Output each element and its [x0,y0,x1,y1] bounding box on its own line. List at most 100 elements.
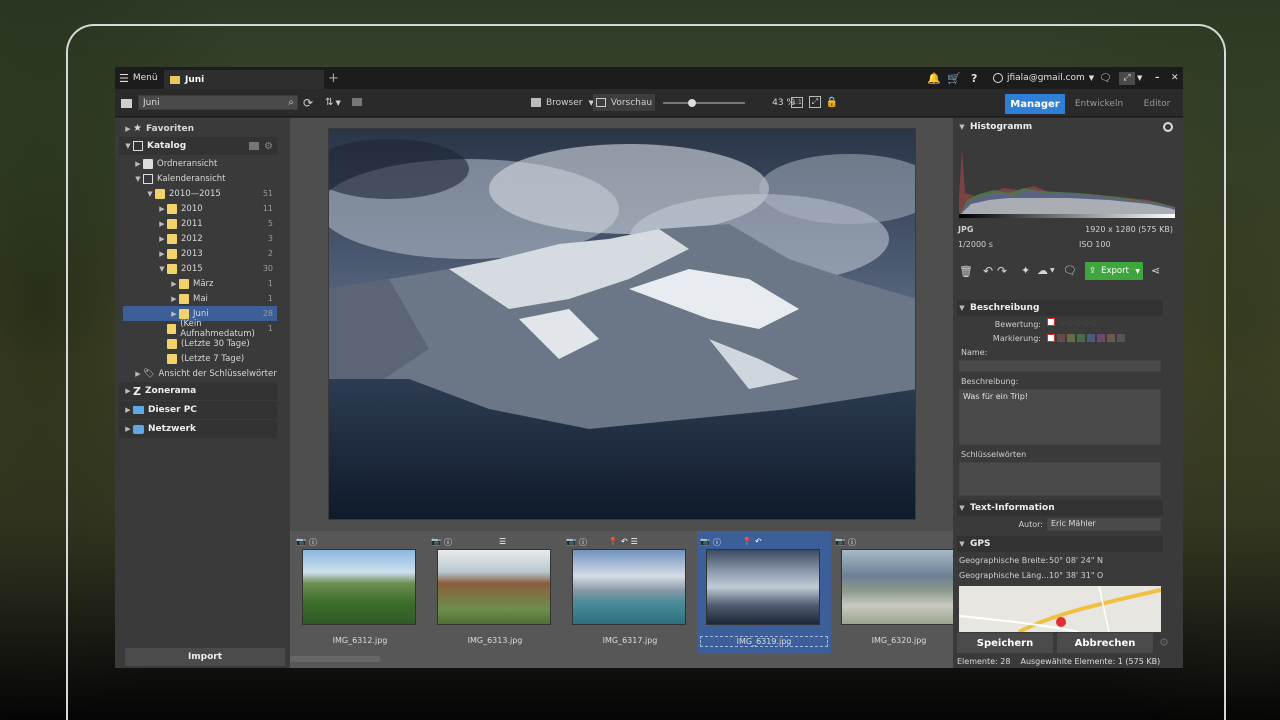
thumbnail-selected[interactable]: 📷 ⓘ 📍 ↶ IMG_6319.jpg [698,537,830,651]
textinfo-header[interactable]: ▼ Text-Information [957,500,1163,516]
tree-month-maerz[interactable]: ▶ März 1 [169,276,275,291]
tree-folder-view[interactable]: ▶ Ordneransicht [133,156,295,171]
rotate-right-icon[interactable]: ↷ [997,264,1007,278]
tree-calendar-view[interactable]: ▼ Kalenderansicht [133,171,295,186]
close-button[interactable]: ✕ [1171,67,1179,89]
sort-button[interactable]: ⇅ ▼ [321,94,345,111]
tree-favorites[interactable]: ▶ ★ Favoriten [123,121,285,136]
tab-develop[interactable]: Entwickeln [1067,94,1131,114]
tab-manager[interactable]: Manager [1005,94,1065,114]
cart-icon[interactable]: 🛒 [947,67,961,89]
tree-keywords[interactable]: ▶ 🏷 Ansicht der Schlüsselwörter [133,366,277,381]
add-folder-icon[interactable] [249,142,259,150]
preview-image[interactable] [328,128,916,520]
filmstrip-scrollbar[interactable] [290,656,380,662]
tree-no-date[interactable]: (Kein Aufnahmedatum) 1 [157,319,275,339]
chevron-right-icon: ▶ [125,387,131,395]
description-field[interactable]: Was für ein Trip! [959,389,1161,445]
author-field[interactable]: Eric Mähler [1047,518,1161,531]
rating-stars[interactable]: ☆☆☆☆☆ [1047,318,1098,329]
export-button[interactable]: ⇪ Export ▼ [1085,262,1143,280]
help-icon[interactable]: ? [971,67,977,89]
description-header[interactable]: ▼ Beschreibung [957,300,1163,316]
comment-icon[interactable]: 🗨 [1063,264,1077,277]
tree-year-range[interactable]: ▼ 2010—2015 51 [145,186,275,201]
longitude-label: Geographische Läng... [959,571,1049,580]
tag-icon: 🏷 [143,368,155,379]
tree-count: 3 [267,234,273,243]
thumbnail[interactable]: 📷 ⓘ IMG_6320.jpg [833,537,965,651]
image-icon [595,98,606,107]
histogram-settings-icon[interactable] [1163,122,1173,132]
tree-month-mai[interactable]: ▶ Mai 1 [169,291,275,306]
effects-icon[interactable]: ☁ [1037,264,1048,277]
rotate-left-icon[interactable]: ↶ [983,264,993,278]
tree-catalog[interactable]: ▼ Katalog ⚙ [119,137,277,155]
folder-icon [143,158,153,169]
zoom-slider[interactable] [663,99,745,107]
zoom-slider-thumb[interactable] [687,99,696,107]
lock-icon[interactable]: 🔒 [826,95,838,109]
add-tab-button[interactable]: + [328,67,339,89]
settings-icon[interactable]: ⚙ [1159,636,1169,649]
preview-view-button[interactable]: Vorschau [593,94,655,111]
folder-up-icon[interactable] [119,96,133,110]
chevron-down-icon: ▼ [959,540,965,548]
info-icon: ⓘ [847,538,856,547]
tree-zonerama[interactable]: ▶ Z Zonerama [119,382,277,400]
actual-size-icon[interactable]: 1:1 [791,97,803,108]
account-button[interactable]: jfiala@gmail.com ▼ [993,67,1094,89]
tab-label: Juni [185,74,205,85]
tree-last-30-days[interactable]: (Letzte 30 Tage) [157,336,275,351]
tab-juni[interactable]: Juni [164,70,324,89]
thumbnail[interactable]: 📷 ⓘ IMG_6312.jpg [294,537,426,651]
histogram-header[interactable]: ▼ Histogramm [957,119,1163,135]
search-icon[interactable]: ⌕ [285,95,297,110]
desc-label: Beschreibung: [961,377,1019,386]
chevron-down-icon: ▼ [959,123,965,131]
gps-map[interactable] [959,586,1161,632]
save-button[interactable]: Speichern [957,633,1053,653]
magic-wand-icon[interactable]: ✦ [1021,264,1030,277]
tree-label: 2010 [181,203,203,214]
search-input[interactable] [138,95,298,110]
sort-icon: ⇅ [325,97,334,108]
file-dimensions: 1920 x 1280 (575 KB) [1085,225,1173,234]
tree-network[interactable]: ▶ Netzwerk [119,420,277,438]
import-button[interactable]: Import [125,648,285,666]
minimize-button[interactable]: – [1155,67,1160,89]
tree-year-2013[interactable]: ▶ 2013 2 [157,246,275,261]
trash-icon[interactable]: 🗑 [959,265,973,278]
tree-year-2012[interactable]: ▶ 2012 3 [157,231,275,246]
color-labels[interactable] [1047,334,1125,342]
gps-header[interactable]: ▼ GPS [957,536,1163,552]
tab-editor[interactable]: Editor [1135,94,1179,114]
new-folder-icon[interactable] [351,96,363,108]
tree-this-pc[interactable]: ▶ Dieser PC [119,401,277,419]
fit-icon[interactable]: ⤢ [809,96,821,108]
tree-label: Ansicht der Schlüsselwörter [158,368,277,379]
tree-year-2010[interactable]: ▶ 2010 11 [157,201,275,216]
share-icon[interactable]: ⋖ [1151,264,1160,277]
browser-view-button[interactable]: Browser ▼ [531,94,594,111]
histogram-title: Histogramm [970,122,1033,132]
folder-icon [179,278,189,289]
name-field[interactable] [959,360,1161,372]
thumbnail[interactable]: 📷 ⓘ ☰ IMG_6313.jpg [429,537,561,651]
rating-label: Bewertung: [994,320,1041,329]
refresh-icon[interactable]: ⟳ [301,94,315,111]
tree-last-7-days[interactable]: (Letzte 7 Tage) [157,351,275,366]
tree-year-2011[interactable]: ▶ 2011 5 [157,216,275,231]
menu-button[interactable]: ☰ Menü [119,67,158,89]
keywords-field[interactable] [959,462,1161,496]
chevron-down-icon[interactable]: ▼ [1050,267,1055,274]
feedback-icon[interactable]: 🗨 [1099,67,1112,89]
tree-label: Favoriten [145,123,195,134]
thumb-filename: IMG_6319.jpg [700,636,828,647]
cancel-button[interactable]: Abbrechen [1057,633,1153,653]
tree-year-2015[interactable]: ▼ 2015 30 [157,261,275,276]
gear-icon[interactable]: ⚙ [264,141,273,152]
bell-icon[interactable]: 🔔 [927,67,941,89]
fullscreen-button[interactable]: ⤢ ▼ [1119,67,1142,89]
thumbnail[interactable]: 📷 ⓘ 📍 ↶ ☰ IMG_6317.jpg [564,537,696,651]
